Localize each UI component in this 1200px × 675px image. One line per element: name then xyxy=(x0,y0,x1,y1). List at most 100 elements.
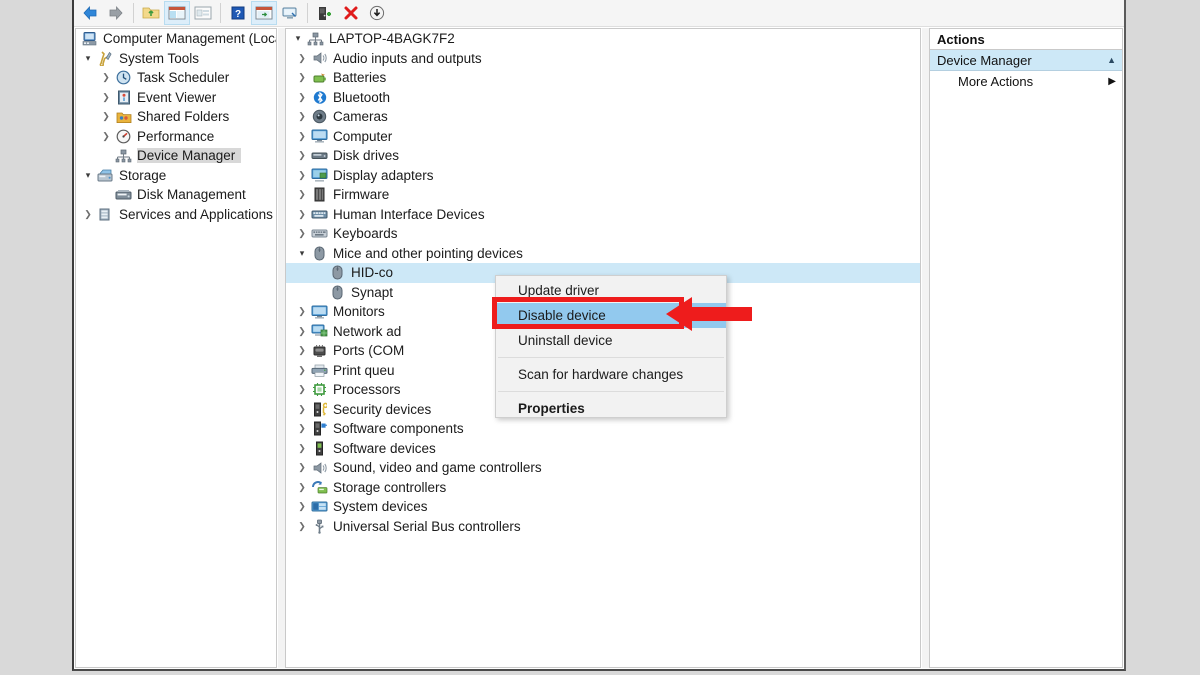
update-driver-icon[interactable] xyxy=(364,1,390,25)
tree-item-task-scheduler[interactable]: ❯ Task Scheduler xyxy=(76,68,276,88)
computer-management-icon xyxy=(80,31,99,47)
device-tree-root[interactable]: ▾ LAPTOP-4BAGK7F2 xyxy=(286,29,920,49)
monitor-icon xyxy=(310,304,329,320)
actions-items: More Actions ▶ xyxy=(930,71,1122,92)
tree-item-event-viewer[interactable]: ❯ Event Viewer xyxy=(76,88,276,108)
console-tree-pane[interactable]: Computer Management (Local) ▾ System Tool… xyxy=(75,28,277,668)
chevron-right-icon[interactable]: ❯ xyxy=(294,423,310,434)
chevron-right-icon[interactable]: ❯ xyxy=(294,72,310,83)
system-tools-icon xyxy=(96,50,115,66)
add-legacy-hardware-icon[interactable] xyxy=(312,1,338,25)
software-device-icon xyxy=(310,440,329,456)
chevron-down-icon[interactable]: ▾ xyxy=(80,170,96,181)
properties-window-icon[interactable] xyxy=(251,1,277,25)
tree-item-human-interface-devices[interactable]: ❯ Human Interface Devices xyxy=(286,205,920,225)
chevron-right-icon[interactable]: ❯ xyxy=(294,228,310,239)
tree-item-computer[interactable]: ❯ Computer xyxy=(286,127,920,147)
chevron-right-icon[interactable]: ❯ xyxy=(294,209,310,220)
tree-item-system-devices[interactable]: ❯ System devices xyxy=(286,497,920,517)
performance-icon xyxy=(114,128,133,144)
chevron-right-icon[interactable]: ❯ xyxy=(294,111,310,122)
chevron-right-icon[interactable]: ❯ xyxy=(98,92,114,103)
tree-item-audio-inputs-and-outputs[interactable]: ❯ Audio inputs and outputs xyxy=(286,49,920,69)
chevron-right-icon[interactable]: ❯ xyxy=(294,521,310,532)
chevron-right-icon[interactable]: ❯ xyxy=(294,345,310,356)
chevron-right-icon[interactable]: ❯ xyxy=(98,131,114,142)
help-icon[interactable]: ? xyxy=(225,1,251,25)
chevron-right-icon[interactable]: ❯ xyxy=(80,209,96,220)
chevron-right-icon[interactable]: ❯ xyxy=(294,501,310,512)
actions-item-label: More Actions xyxy=(958,74,1034,89)
chevron-right-icon[interactable]: ❯ xyxy=(294,365,310,376)
tree-item-label: Storage controllers xyxy=(333,479,447,495)
tree-item-storage-controllers[interactable]: ❯ Storage controllers xyxy=(286,478,920,498)
tree-item-firmware[interactable]: ❯ Firmware xyxy=(286,185,920,205)
export-list-icon[interactable] xyxy=(190,1,216,25)
tree-item-performance[interactable]: ❯ Performance xyxy=(76,127,276,147)
tree-item-keyboards[interactable]: ❯ Keyboards xyxy=(286,224,920,244)
tree-item-disk-drives[interactable]: ❯ Disk drives xyxy=(286,146,920,166)
tree-item-display-adapters[interactable]: ❯ Display adapters xyxy=(286,166,920,186)
mouse-icon xyxy=(310,245,329,261)
up-folder-icon[interactable] xyxy=(138,1,164,25)
chevron-right-icon[interactable]: ❯ xyxy=(294,131,310,142)
tree-item-storage[interactable]: ▾ Storage xyxy=(76,166,276,186)
actions-group-device-manager[interactable]: Device Manager ▲ xyxy=(930,50,1122,71)
chevron-right-icon[interactable]: ▶ xyxy=(1108,76,1116,87)
menu-item-scan-for-hardware-changes[interactable]: Scan for hardware changes xyxy=(496,362,726,387)
chevron-down-icon[interactable]: ▾ xyxy=(294,248,310,259)
chevron-right-icon[interactable]: ❯ xyxy=(294,404,310,415)
scan-hardware-icon[interactable] xyxy=(277,1,303,25)
chevron-right-icon[interactable]: ❯ xyxy=(294,443,310,454)
tree-item-label: Device Manager xyxy=(137,148,242,164)
tree-item-disk-management[interactable]: Disk Management xyxy=(76,185,276,205)
tree-item-software-components[interactable]: ❯ Software components xyxy=(286,419,920,439)
console-tree-root-label: Computer Management (Local) xyxy=(103,31,277,47)
tree-item-label: Network ad xyxy=(333,323,402,339)
chevron-right-icon[interactable]: ❯ xyxy=(294,92,310,103)
chevron-right-icon[interactable]: ❯ xyxy=(98,111,114,122)
tree-item-universal-serial-bus-controllers[interactable]: ❯ Universal Serial Bus controllers xyxy=(286,517,920,537)
tree-item-label: Disk drives xyxy=(333,148,400,164)
chevron-right-icon[interactable]: ❯ xyxy=(294,326,310,337)
tree-item-label: HID-co xyxy=(351,265,394,281)
chevron-right-icon[interactable]: ❯ xyxy=(294,150,310,161)
chevron-right-icon[interactable]: ❯ xyxy=(294,482,310,493)
chevron-down-icon[interactable]: ▾ xyxy=(80,53,96,64)
actions-item-more-actions[interactable]: More Actions ▶ xyxy=(930,71,1122,92)
tree-item-services-and-applications[interactable]: ❯ Services and Applications xyxy=(76,205,276,225)
tree-item-software-devices[interactable]: ❯ Software devices xyxy=(286,439,920,459)
chevron-right-icon[interactable]: ❯ xyxy=(294,384,310,395)
tree-item-label: Security devices xyxy=(333,401,432,417)
tree-item-bluetooth[interactable]: ❯ Bluetooth xyxy=(286,88,920,108)
event-viewer-icon xyxy=(114,89,133,105)
tree-item-label: Processors xyxy=(333,382,401,398)
chevron-down-icon[interactable]: ▾ xyxy=(290,33,306,44)
tree-item-sound-video-and-game-controllers[interactable]: ❯ Sound, video and game controllers xyxy=(286,458,920,478)
console-tree-root[interactable]: Computer Management (Local) xyxy=(76,29,276,49)
pane-splitter-right[interactable] xyxy=(922,28,929,668)
show-hide-console-tree-icon[interactable] xyxy=(164,1,190,25)
tree-item-system-tools[interactable]: ▾ System Tools xyxy=(76,49,276,69)
menu-item-label: Update driver xyxy=(518,283,600,298)
services-apps-icon xyxy=(96,206,115,222)
chevron-up-icon[interactable]: ▲ xyxy=(1107,55,1116,65)
tree-item-device-manager[interactable]: Device Manager xyxy=(76,146,276,166)
chevron-right-icon[interactable]: ❯ xyxy=(294,170,310,181)
chevron-right-icon[interactable]: ❯ xyxy=(294,306,310,317)
tree-item-shared-folders[interactable]: ❯ Shared Folders xyxy=(76,107,276,127)
back-arrow-icon[interactable] xyxy=(77,1,103,25)
menu-item-properties[interactable]: Properties xyxy=(496,396,726,421)
computer-management-window: ? Computer Management (Local) ▾ System T… xyxy=(72,0,1126,671)
tree-item-batteries[interactable]: ❯ Batteries xyxy=(286,68,920,88)
chevron-right-icon[interactable]: ❯ xyxy=(294,189,310,200)
uninstall-device-icon[interactable] xyxy=(338,1,364,25)
chevron-right-icon[interactable]: ❯ xyxy=(294,462,310,473)
tree-item-cameras[interactable]: ❯ Cameras xyxy=(286,107,920,127)
pane-splitter-left[interactable] xyxy=(278,28,285,668)
chevron-right-icon[interactable]: ❯ xyxy=(98,72,114,83)
tree-item-mice-and-other-pointing-devices[interactable]: ▾ Mice and other pointing devices xyxy=(286,244,920,264)
chevron-right-icon[interactable]: ❯ xyxy=(294,53,310,64)
tree-item-label: Services and Applications xyxy=(119,206,273,222)
forward-arrow-icon[interactable] xyxy=(103,1,129,25)
